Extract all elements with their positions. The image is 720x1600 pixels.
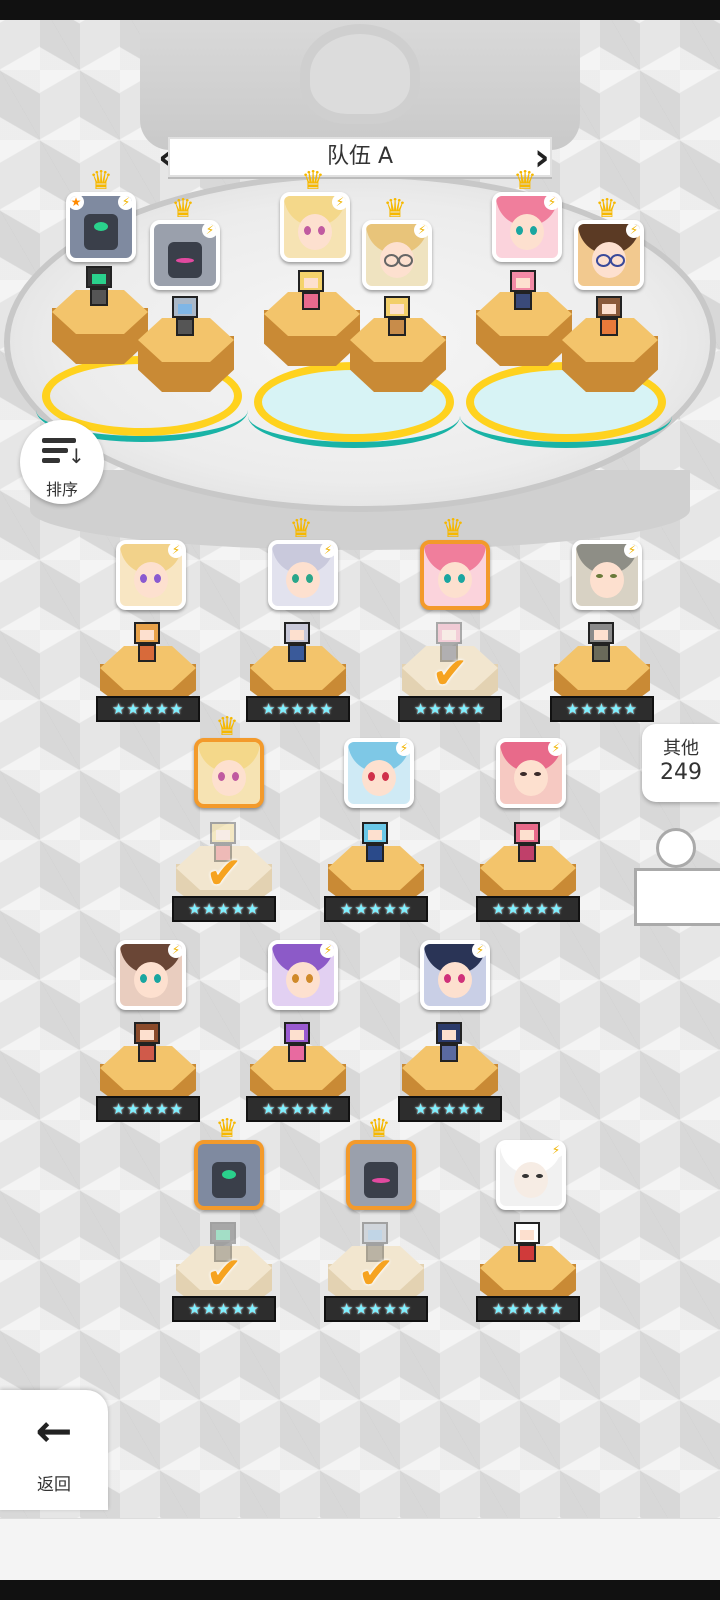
star-rating: ★★★★★ bbox=[96, 696, 200, 722]
bottom-band bbox=[0, 1518, 720, 1581]
crown-icon: ♛ bbox=[513, 166, 537, 196]
roster-portrait[interactable]: ⚡ bbox=[496, 738, 566, 808]
star-rating: ★★★★★ bbox=[172, 896, 276, 922]
crown-icon: ♛ bbox=[171, 194, 195, 224]
crown-icon: ♛ bbox=[215, 712, 239, 742]
team-portrait-2[interactable]: ⚡ bbox=[150, 220, 220, 290]
roster-portrait[interactable] bbox=[420, 540, 490, 610]
leader-star-icon: ★ bbox=[70, 196, 84, 210]
star-rating: ★★★★★ bbox=[398, 1096, 502, 1122]
star-rating: ★★★★★ bbox=[246, 696, 350, 722]
bolt-icon: ⚡ bbox=[624, 544, 638, 558]
star-rating: ★★★★★ bbox=[476, 896, 580, 922]
star-rating: ★★★★★ bbox=[550, 696, 654, 722]
bolt-icon: ⚡ bbox=[332, 196, 346, 210]
status-bar bbox=[0, 0, 720, 20]
roster-portrait[interactable]: ⚡ bbox=[572, 540, 642, 610]
bolt-icon: ⚡ bbox=[320, 944, 334, 958]
team-portrait-5[interactable]: ⚡ bbox=[492, 192, 562, 262]
star-rating: ★★★★★ bbox=[96, 1096, 200, 1122]
team-title: 队伍 A bbox=[168, 137, 552, 177]
game-stage: ‹ 队伍 A › ♛ ★ ⚡ ♛ ⚡ ♛ ⚡ ♛ ⚡ ♛ ⚡ ♛ ⚡ ↓ 排序 … bbox=[0, 0, 720, 1600]
crown-icon: ♛ bbox=[215, 1114, 239, 1144]
navigation-bar bbox=[0, 1580, 720, 1600]
bolt-icon: ⚡ bbox=[118, 196, 132, 210]
character-sprite bbox=[510, 822, 544, 868]
team-portrait-4[interactable]: ⚡ bbox=[362, 220, 432, 290]
bolt-icon: ⚡ bbox=[414, 224, 428, 238]
crown-icon: ♛ bbox=[89, 166, 113, 196]
roster-portrait[interactable]: ⚡ bbox=[116, 940, 186, 1010]
arrow-left-icon: ← bbox=[35, 1406, 73, 1457]
placeholder-silhouette-icon bbox=[630, 828, 720, 928]
back-label: 返回 bbox=[37, 1475, 71, 1495]
roster-portrait[interactable]: ⚡ bbox=[268, 940, 338, 1010]
crown-icon: ♛ bbox=[367, 1114, 391, 1144]
others-count: 249 bbox=[660, 760, 702, 785]
bolt-icon: ⚡ bbox=[544, 196, 558, 210]
others-button[interactable]: 其他 249 bbox=[642, 724, 720, 802]
check-icon: ✔ bbox=[357, 1248, 395, 1299]
character-sprite bbox=[82, 266, 116, 312]
character-sprite bbox=[130, 1022, 164, 1068]
character-sprite bbox=[432, 1022, 466, 1068]
bolt-icon: ⚡ bbox=[548, 742, 562, 756]
bolt-icon: ⚡ bbox=[548, 1144, 562, 1158]
arena-emblem bbox=[300, 24, 420, 124]
star-rating: ★★★★★ bbox=[476, 1296, 580, 1322]
bolt-icon: ⚡ bbox=[396, 742, 410, 756]
star-rating: ★★★★★ bbox=[246, 1096, 350, 1122]
sort-button[interactable]: ↓ 排序 bbox=[20, 420, 104, 504]
character-sprite bbox=[380, 296, 414, 342]
character-sprite bbox=[294, 270, 328, 316]
star-rating: ★★★★★ bbox=[324, 1296, 428, 1322]
sort-label: 排序 bbox=[45, 480, 78, 499]
character-sprite bbox=[168, 296, 202, 342]
crown-icon: ♛ bbox=[441, 514, 465, 544]
roster-portrait[interactable]: ⚡ bbox=[268, 540, 338, 610]
roster-portrait[interactable] bbox=[194, 1140, 264, 1210]
check-icon: ✔ bbox=[431, 648, 469, 699]
star-rating: ★★★★★ bbox=[324, 896, 428, 922]
character-sprite bbox=[592, 296, 626, 342]
crown-icon: ♛ bbox=[289, 514, 313, 544]
roster-portrait[interactable] bbox=[194, 738, 264, 808]
roster-portrait[interactable] bbox=[346, 1140, 416, 1210]
crown-icon: ♛ bbox=[595, 194, 619, 224]
star-rating: ★★★★★ bbox=[398, 696, 502, 722]
character-sprite bbox=[130, 622, 164, 668]
character-sprite bbox=[358, 822, 392, 868]
sort-descending-icon: ↓ bbox=[40, 434, 85, 470]
bolt-icon: ⚡ bbox=[472, 944, 486, 958]
roster-portrait[interactable]: ⚡ bbox=[344, 738, 414, 808]
roster-portrait[interactable]: ⚡ bbox=[496, 1140, 566, 1210]
crown-icon: ♛ bbox=[383, 194, 407, 224]
check-icon: ✔ bbox=[205, 848, 243, 899]
character-sprite bbox=[510, 1222, 544, 1268]
team-portrait-6[interactable]: ⚡ bbox=[574, 220, 644, 290]
crown-icon: ♛ bbox=[301, 166, 325, 196]
bolt-icon: ⚡ bbox=[626, 224, 640, 238]
others-label: 其他 bbox=[663, 738, 699, 759]
team-portrait-1[interactable]: ★ ⚡ bbox=[66, 192, 136, 262]
bolt-icon: ⚡ bbox=[168, 944, 182, 958]
character-sprite bbox=[280, 1022, 314, 1068]
character-sprite bbox=[506, 270, 540, 316]
star-rating: ★★★★★ bbox=[172, 1296, 276, 1322]
team-portrait-3[interactable]: ⚡ bbox=[280, 192, 350, 262]
character-sprite bbox=[280, 622, 314, 668]
back-button[interactable]: ← 返回 bbox=[0, 1390, 108, 1510]
bolt-icon: ⚡ bbox=[202, 224, 216, 238]
character-sprite bbox=[584, 622, 618, 668]
bolt-icon: ⚡ bbox=[168, 544, 182, 558]
check-icon: ✔ bbox=[205, 1248, 243, 1299]
bolt-icon: ⚡ bbox=[320, 544, 334, 558]
roster-portrait[interactable]: ⚡ bbox=[116, 540, 186, 610]
roster-portrait[interactable]: ⚡ bbox=[420, 940, 490, 1010]
